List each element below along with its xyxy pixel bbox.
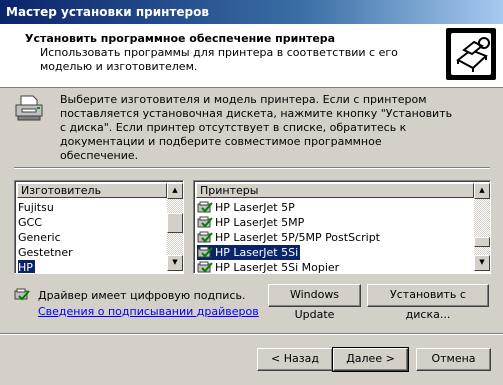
signed-driver-icon	[197, 216, 213, 229]
printer-item-label: HP LaserJet 5P/5MP PostScript	[215, 231, 380, 244]
signed-driver-icon	[197, 261, 213, 273]
signed-driver-icon	[197, 201, 213, 214]
signature-status: Драйвер имеет цифровую подпись.	[38, 289, 246, 302]
title-bar[interactable]: Мастер установки принтеров	[0, 0, 503, 24]
printer-icon	[13, 92, 45, 124]
manufacturer-item[interactable]: HP	[17, 259, 36, 273]
next-button[interactable]: Далее >	[332, 347, 409, 372]
signed-driver-icon	[197, 246, 213, 259]
wizard-header: Установить программное обеспечение принт…	[0, 24, 503, 88]
printer-item[interactable]: HP LaserJet 5P/5MP PostScript	[197, 230, 382, 245]
printer-item[interactable]: HP LaserJet 5P	[197, 200, 297, 215]
windows-update-button[interactable]: Windows Update	[268, 284, 361, 321]
scroll-thumb[interactable]	[167, 213, 183, 233]
manufacturer-item[interactable]: Gestetner	[18, 245, 75, 260]
scroll-down-button[interactable]: ▼	[167, 255, 183, 271]
footer-separator	[0, 333, 503, 335]
scroll-up-button[interactable]: ▲	[474, 183, 490, 199]
page-title: Установить программное обеспечение принт…	[25, 32, 336, 45]
printer-item-label: HP LaserJet 5Si	[215, 246, 299, 259]
window-title: Мастер установки принтеров	[6, 5, 209, 19]
printer-item-label: HP LaserJet 5MP	[215, 216, 305, 229]
printer-item[interactable]: HP LaserJet 5Si Mopier	[197, 260, 341, 274]
manufacturer-list[interactable]: Изготовитель Fujitsu GCC Generic Gestetner H…	[14, 180, 184, 274]
cancel-button[interactable]: Отмена	[416, 348, 491, 371]
driver-signing-link[interactable]: Сведения о подписывании драйверов	[38, 305, 259, 318]
separator	[14, 167, 490, 169]
scroll-thumb[interactable]	[474, 237, 490, 247]
printer-list[interactable]: Принтеры HP LaserJet 5P HP LaserJet 5MP HP…	[193, 180, 491, 274]
printer-item[interactable]: HP LaserJet 5MP	[197, 215, 306, 230]
printer-item-label: HP LaserJet 5P	[215, 201, 295, 214]
manufacturer-column-header[interactable]: Изготовитель	[17, 183, 167, 198]
manufacturer-item[interactable]: Generic	[18, 230, 63, 245]
printer-wizard-icon	[446, 28, 496, 80]
signed-driver-icon	[197, 231, 213, 244]
printer-scrollbar[interactable]: ▲ ▼	[474, 183, 490, 271]
manufacturer-item[interactable]: GCC	[18, 215, 44, 230]
signed-driver-icon	[14, 288, 30, 302]
printer-item-label: HP LaserJet 5Si Mopier	[215, 261, 340, 274]
back-button[interactable]: < Назад	[257, 348, 333, 371]
scroll-down-button[interactable]: ▼	[474, 255, 490, 271]
manufacturer-scrollbar[interactable]: ▲ ▼	[167, 183, 183, 271]
manufacturer-item[interactable]: Fujitsu	[18, 200, 56, 215]
have-disk-button[interactable]: Установить с диска...	[367, 284, 489, 321]
instructions-text: Выберите изготовителя и модель принтера.…	[60, 93, 453, 162]
printer-column-header[interactable]: Принтеры	[196, 183, 474, 198]
page-subtitle: Использовать программы для принтера в со…	[40, 46, 398, 73]
scroll-up-button[interactable]: ▲	[167, 183, 183, 199]
printer-item[interactable]: HP LaserJet 5Si	[195, 244, 302, 261]
